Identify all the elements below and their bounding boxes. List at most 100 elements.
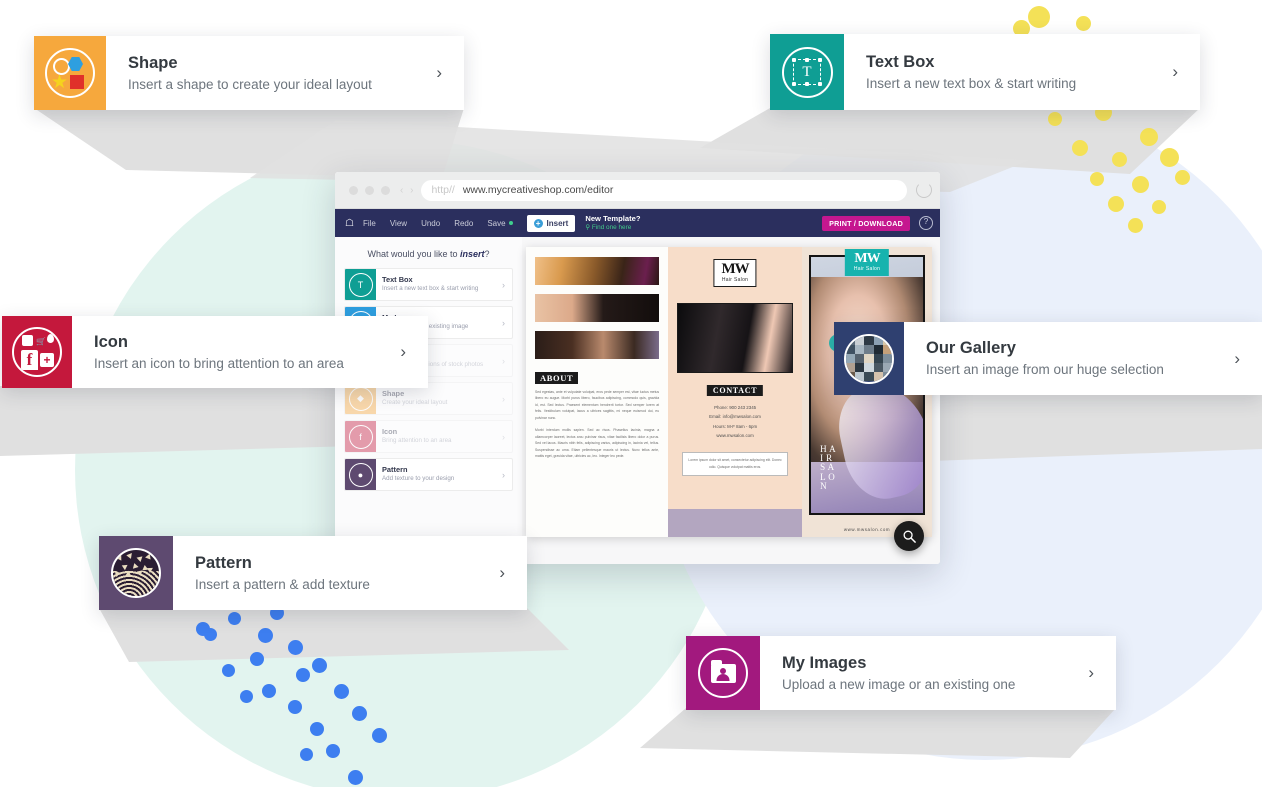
contact-hours: Hours: M-F 8am - 6pm — [712, 423, 758, 429]
contact-email: Email: info@mwsalon.com — [709, 414, 761, 420]
url-bar[interactable]: http// www.mycreativeshop.com/editor — [421, 179, 907, 201]
card-text: Pattern Insert a pattern & add texture — [195, 553, 489, 593]
feature-card-icon[interactable]: 🛒 f + Icon Insert an icon to bring atten… — [2, 316, 428, 388]
insert-row-subtitle: Bring attention to an area — [382, 437, 452, 445]
cover-vertical-line: N — [820, 480, 827, 491]
design-canvas[interactable]: ABOUT Sed egestas, ante et vulputate vol… — [522, 237, 940, 564]
photo-mosaic-grid — [844, 333, 894, 384]
insert-row-text: Text Box Insert a new text box & start w… — [376, 276, 502, 292]
insert-row-textbox[interactable]: T Text Box Insert a new text box & start… — [344, 268, 513, 301]
help-icon[interactable]: ? — [919, 216, 933, 230]
menu-item-redo[interactable]: Redo — [454, 219, 473, 228]
feature-card-myimages[interactable]: My Images Upload a new image or an exist… — [686, 636, 1116, 710]
new-template-title: New Template? — [585, 213, 641, 223]
yellow-dot — [1028, 6, 1050, 28]
window-close-dot[interactable] — [349, 185, 358, 195]
folder-person-icon — [686, 636, 760, 710]
chevron-right-icon[interactable]: › — [426, 63, 464, 83]
logo-subtitle: Hair Salon — [721, 277, 749, 283]
mosaic-tile — [846, 363, 856, 373]
new-template-link-label: Find one here — [591, 223, 632, 231]
blue-dot — [326, 744, 340, 758]
home-icon[interactable]: ☖ — [345, 218, 354, 229]
editor-app-bar: ☖ File View Undo Redo Save + Insert New … — [335, 209, 940, 237]
menu-item-undo[interactable]: Undo — [421, 219, 440, 228]
window-zoom-dot[interactable] — [381, 185, 390, 195]
facebook-f-icon: f — [21, 350, 38, 370]
reload-icon[interactable] — [916, 182, 932, 198]
pattern-circle-icon — [111, 548, 161, 598]
insert-row-pattern[interactable]: ● Pattern Add texture to your design › — [344, 458, 513, 491]
mosaic-tile — [882, 335, 892, 345]
shapes-icon: ★ — [34, 36, 106, 110]
chevron-right-icon[interactable]: › — [489, 563, 527, 583]
chevron-right-icon[interactable]: › — [1078, 663, 1116, 683]
question-suffix: ? — [484, 249, 490, 259]
menu-item-save[interactable]: Save — [487, 219, 513, 228]
blue-dot — [258, 628, 273, 643]
mosaic-tile — [846, 372, 856, 382]
chevron-right-icon[interactable]: › — [1162, 62, 1200, 82]
question-emphasis: insert — [460, 249, 485, 259]
blue-dot — [204, 628, 217, 641]
handle-icon — [805, 58, 809, 62]
mosaic-tile — [846, 335, 856, 345]
card-text: Icon Insert an icon to bring attention t… — [94, 332, 390, 372]
chevron-right-icon: › — [502, 469, 505, 480]
blue-dot — [222, 664, 235, 677]
mini-ring: f — [348, 424, 373, 449]
mosaic-tile — [882, 363, 892, 373]
insert-row-text: Shape Create your ideal layout — [376, 390, 502, 406]
handle-icon — [792, 58, 796, 62]
mosaic-tile — [882, 344, 892, 354]
feature-card-gallery[interactable]: Our Gallery Insert an image from our hug… — [834, 322, 1262, 395]
feature-card-textbox[interactable]: T Text Box Insert a new text box & start… — [770, 34, 1200, 110]
menu-item-file[interactable]: File — [363, 219, 376, 228]
print-download-button[interactable]: PRINT / DOWNLOAD — [822, 215, 910, 231]
cover-badge-initials: MW — [854, 251, 880, 266]
shadow-wedge-myimages — [640, 708, 1116, 758]
card-title: Text Box — [866, 52, 935, 71]
card-body: Our Gallery Insert an image from our hug… — [904, 322, 1262, 395]
blue-dot — [352, 706, 367, 721]
card-body: My Images Upload a new image or an exist… — [760, 636, 1116, 710]
browser-toolbar: ‹ › http// www.mycreativeshop.com/editor — [335, 172, 940, 209]
mosaic-tile — [873, 335, 883, 345]
mosaic-tile — [873, 353, 883, 364]
card-body: Pattern Insert a pattern & add texture › — [173, 536, 527, 610]
mosaic-tile — [855, 353, 865, 364]
salon-logo: MW Hair Salon — [713, 259, 757, 287]
new-template-link[interactable]: ⚲ Find one here — [585, 224, 640, 231]
mosaic-tile — [855, 372, 865, 382]
photo-mosaic-icon — [834, 322, 904, 395]
yellow-dot — [1128, 218, 1143, 233]
insert-row-icon[interactable]: f Icon Bring attention to an area › — [344, 420, 513, 453]
triangle-glyph — [131, 562, 139, 569]
card-subtitle: Insert a new text box & start writing — [866, 75, 1077, 91]
triangle-glyph — [145, 553, 153, 562]
insert-row-subtitle: Insert a new text box & start writing — [382, 285, 479, 293]
chevron-right-icon[interactable]: › — [390, 342, 428, 362]
icon-ring: T — [781, 46, 833, 98]
yellow-dot — [1152, 200, 1166, 214]
mosaic-tile — [846, 344, 856, 354]
star-shape-icon: ★ — [51, 72, 69, 93]
feature-card-pattern[interactable]: Pattern Insert a pattern & add texture › — [99, 536, 527, 610]
about-paragraph-1: Sed egestas, ante et vulputate volutpat,… — [535, 390, 660, 420]
triangle-glyph — [120, 562, 128, 571]
window-minimize-dot[interactable] — [365, 185, 374, 195]
insert-button[interactable]: + Insert — [526, 214, 576, 232]
feature-card-shape[interactable]: ★ Shape Insert a shape to create your id… — [34, 36, 464, 110]
menu-item-view[interactable]: View — [390, 219, 407, 228]
chevron-right-icon[interactable]: › — [1224, 349, 1262, 369]
blue-dot — [372, 728, 387, 743]
yellow-dot — [1132, 176, 1149, 193]
new-template-block[interactable]: New Template? ⚲ Find one here — [585, 213, 641, 231]
triangle-glyph — [146, 567, 154, 574]
about-paragraph-2: Morbi interdum mollis sapien. Sed ac ris… — [535, 428, 660, 459]
zoom-button[interactable] — [894, 521, 924, 551]
nav-arrows-icon[interactable]: ‹ › — [400, 185, 415, 196]
blue-dot — [262, 684, 276, 698]
window-controls — [349, 185, 390, 195]
mini-ring: ● — [348, 462, 373, 487]
